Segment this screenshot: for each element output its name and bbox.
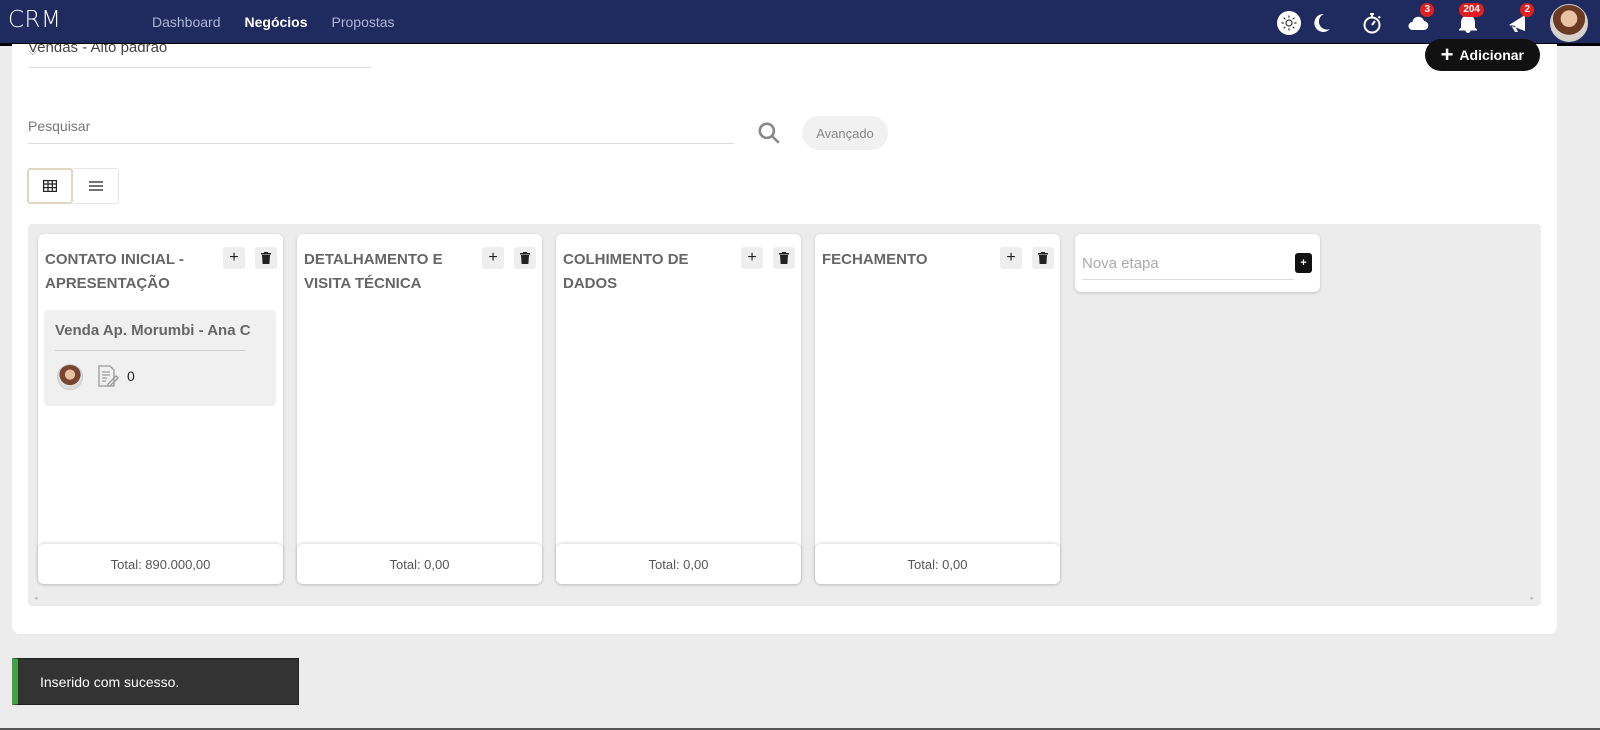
view-toggle [27,168,119,204]
delete-stage-button[interactable] [255,247,277,269]
advanced-search-button[interactable]: Avançado [802,116,888,150]
add-button-label: Adicionar [1459,47,1524,63]
trash-icon [1038,252,1048,264]
delete-stage-button[interactable] [1032,247,1054,269]
add-deal-button[interactable]: + [482,247,504,269]
brand-logo[interactable]: CRM [8,7,61,33]
list-icon [88,181,103,191]
stage-title: CONTATO INICIAL - APRESENTAÇÃO [45,251,184,292]
stage-total: Total: 0,00 [815,544,1060,584]
stage-title: COLHIMENTO DE DADOS [563,251,689,292]
add-deal-button[interactable]: + [741,247,763,269]
add-deal-button[interactable]: + [223,247,245,269]
main-card: Vendas - Alto padrão ⌵ + Adicionar Avanç… [12,39,1557,634]
plus-icon: + [488,249,498,266]
stage-total: Total: 890.000,00 [38,544,283,584]
deal-notes-count: 0 [127,368,135,384]
new-stage-input[interactable] [1082,248,1294,280]
delete-stage-button[interactable] [514,247,536,269]
plus-icon: + [1440,42,1454,67]
trash-icon [520,252,530,264]
announcement-badge: 2 [1520,3,1534,17]
deal-owner-avatar [57,364,83,390]
new-stage-card: + [1075,234,1320,292]
add-button[interactable]: + Adicionar [1424,39,1540,71]
scroll-right-icon[interactable]: ▸ [1530,594,1534,602]
stage-title: FECHAMENTO [822,251,928,268]
user-avatar[interactable] [1550,4,1588,42]
delete-stage-button[interactable] [773,247,795,269]
main-nav: Dashboard Negócios Propostas [152,0,395,49]
notes-icon[interactable] [95,364,119,388]
kanban-board: CONTATO INICIAL - APRESENTAÇÃO + Venda A… [28,224,1541,606]
add-stage-button[interactable]: + [1295,253,1312,273]
search-input[interactable] [28,110,734,144]
deal-card[interactable]: Venda Ap. Morumbi - Ana C 0 [45,310,275,404]
success-toast: Inserido com sucesso. [12,658,299,705]
trash-icon [779,252,789,264]
stage-column: DETALHAMENTO E VISITA TÉCNICA + Total: 0… [297,234,542,584]
top-navbar: CRM Dashboard Negócios Propostas 3 204 2 [0,0,1600,49]
chevron-down-icon: ⌵ [28,44,38,58]
toast-message: Inserido com sucesso. [40,673,180,690]
stage-total: Total: 0,00 [297,544,542,584]
notification-badge: 204 [1459,3,1484,17]
trash-icon [261,252,271,264]
plus-icon: + [1006,249,1016,266]
cloud-icon[interactable]: 3 [1400,3,1436,41]
stage-column: COLHIMENTO DE DADOS + Total: 0,00 [556,234,801,584]
cloud-badge: 3 [1420,3,1434,17]
moon-icon[interactable] [1306,5,1336,41]
horizontal-scrollbar[interactable]: ◂ ▸ [34,594,1534,602]
plus-icon: + [747,249,757,266]
megaphone-icon[interactable]: 2 [1500,3,1536,41]
divider [55,350,245,351]
bell-icon[interactable]: 204 [1450,3,1486,41]
nav-negocios[interactable]: Negócios [238,0,314,49]
sun-icon[interactable] [1274,5,1304,41]
table-icon [43,180,57,192]
plus-icon: + [229,249,239,266]
stage-column: CONTATO INICIAL - APRESENTAÇÃO + Venda A… [38,234,283,584]
stage-total: Total: 0,00 [556,544,801,584]
stage-title: DETALHAMENTO E VISITA TÉCNICA [304,251,443,292]
deal-title: Venda Ap. Morumbi - Ana C [55,322,251,339]
list-view-button[interactable] [73,168,119,204]
kanban-view-button[interactable] [27,168,73,204]
search-icon[interactable] [756,120,782,146]
scroll-left-icon[interactable]: ◂ [34,594,38,602]
nav-dashboard[interactable]: Dashboard [152,0,221,46]
stopwatch-icon[interactable] [1354,5,1390,41]
nav-propostas[interactable]: Propostas [332,0,395,46]
add-deal-button[interactable]: + [1000,247,1022,269]
stage-column: FECHAMENTO + Total: 0,00 [815,234,1060,584]
pipeline-select[interactable]: Vendas - Alto padrão ⌵ [28,44,372,68]
